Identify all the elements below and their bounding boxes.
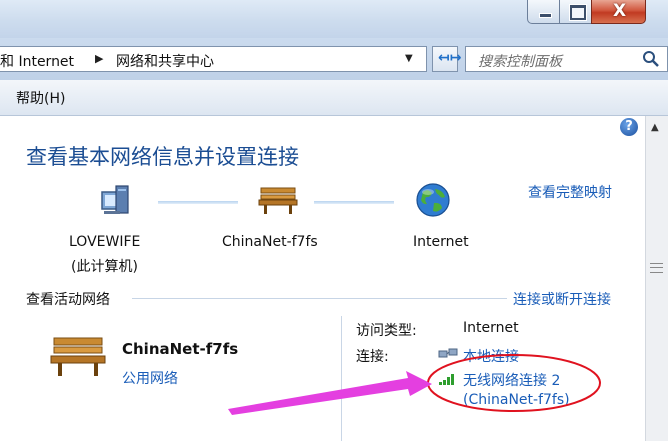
ethernet-icon (438, 348, 458, 358)
refresh-button[interactable]: ↤↦ (432, 46, 462, 72)
close-button[interactable]: X (591, 0, 646, 24)
close-icon: X (612, 1, 627, 21)
active-network-name: ChinaNet-f7fs (122, 340, 239, 358)
bench-network-icon[interactable] (258, 184, 298, 216)
connect-disconnect-link[interactable]: 连接或断开连接 (513, 289, 611, 309)
menu-bar: 帮助(H) (0, 80, 668, 116)
search-box[interactable]: 搜索控制面板 (465, 46, 668, 72)
maximize-button[interactable] (559, 0, 592, 24)
section-divider (132, 298, 507, 299)
maximize-icon (570, 5, 586, 20)
menu-help[interactable]: 帮助(H) (16, 88, 65, 108)
access-type-value: Internet (463, 320, 519, 336)
breadcrumb-network-internet[interactable]: 和 Internet (0, 51, 74, 71)
minimize-icon (539, 13, 552, 18)
computer-subtitle: (此计算机) (71, 259, 138, 275)
view-full-map-link[interactable]: 查看完整映射 (528, 182, 612, 202)
map-link-line-1 (158, 201, 238, 204)
computer-icon[interactable] (98, 183, 142, 219)
search-icon[interactable] (641, 49, 661, 69)
active-networks-heading: 查看活动网络 (26, 292, 110, 308)
address-toolbar: 和 Internet ▶ 网络和共享中心 ▼ ↤↦ 搜索控制面板 (0, 38, 668, 80)
map-network-name: ChinaNet-f7fs (222, 234, 318, 250)
address-dropdown-icon[interactable]: ▼ (405, 53, 413, 64)
access-type-label: 访问类型: (356, 323, 417, 339)
connections-label: 连接: (356, 349, 389, 365)
computer-name: LOVEWIFE (69, 234, 141, 250)
wireless-connection-ssid[interactable]: (ChinaNet-f7fs) (463, 392, 570, 408)
map-link-line-2 (314, 201, 394, 204)
search-placeholder: 搜索控制面板 (478, 54, 562, 70)
map-internet-label: Internet (413, 234, 469, 250)
column-divider (341, 316, 342, 441)
active-network-bench-icon (50, 337, 106, 376)
refresh-icon: ↤↦ (438, 50, 462, 66)
help-icon[interactable]: ? (620, 118, 638, 136)
page-title: 查看基本网络信息并设置连接 (26, 145, 299, 169)
vertical-scrollbar[interactable]: ▲ (645, 116, 668, 441)
breadcrumb-separator-icon[interactable]: ▶ (95, 52, 103, 65)
wifi-signal-icon (439, 374, 454, 385)
internet-globe-icon[interactable] (414, 181, 452, 219)
address-bar[interactable]: 和 Internet ▶ 网络和共享中心 ▼ (0, 46, 427, 72)
wireless-connection-link[interactable]: 无线网络连接 2 (463, 370, 560, 390)
minimize-button[interactable] (527, 0, 560, 24)
breadcrumb-network-sharing-center[interactable]: 网络和共享中心 (116, 51, 214, 71)
network-type-link[interactable]: 公用网络 (122, 368, 178, 388)
scroll-thumb-grip[interactable] (650, 263, 663, 273)
local-connection-link[interactable]: 本地连接 (463, 346, 519, 366)
title-bar: X (0, 0, 668, 38)
scroll-up-icon[interactable]: ▲ (651, 122, 659, 133)
